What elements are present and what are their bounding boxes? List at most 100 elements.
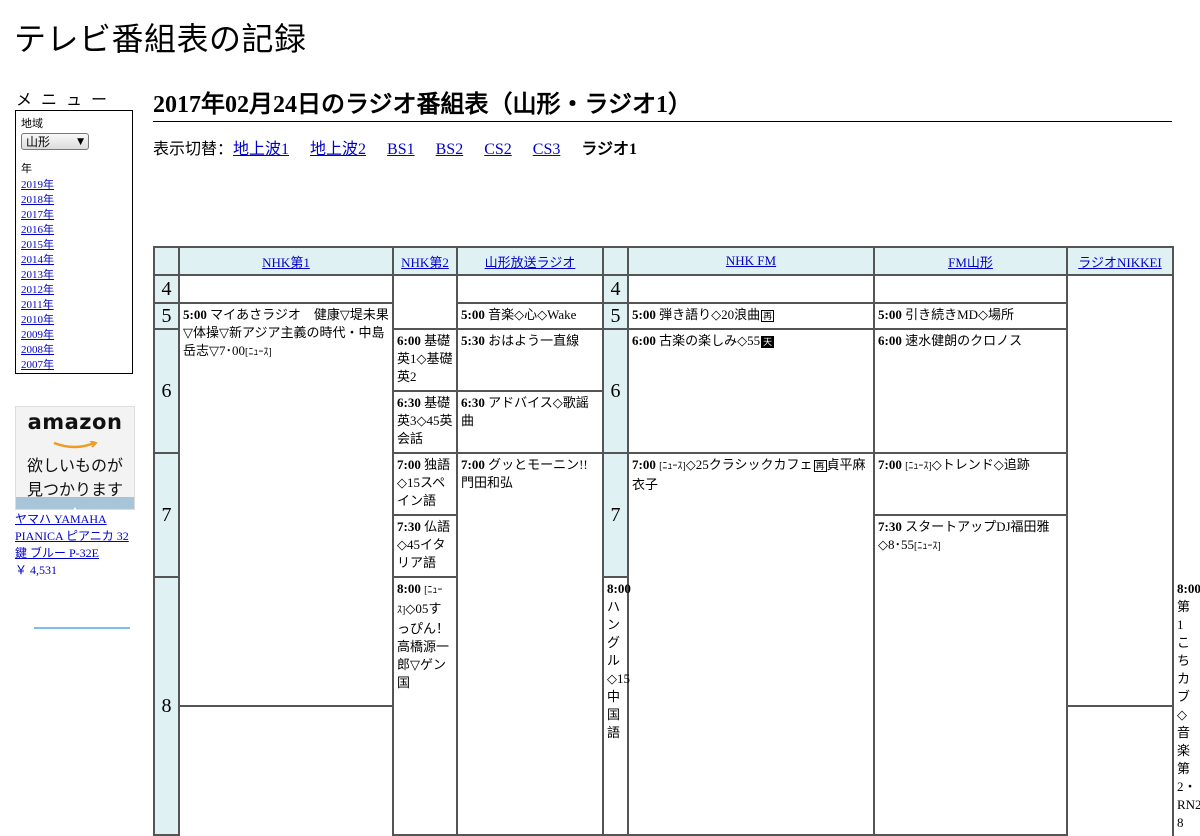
year-link-2015[interactable]: 2015年 <box>21 238 127 253</box>
switch-link-cs3[interactable]: CS3 <box>533 141 561 158</box>
amazon-logo: amazon <box>27 410 123 434</box>
region-select-value: 山形 <box>26 135 51 149</box>
program-title: マイあさラジオ 健康▽堤未果▽体操▽新アジア主義の時代・中島岳志▽7･00 <box>183 307 389 358</box>
switch-link-bs1[interactable]: BS1 <box>387 141 415 158</box>
program-cell[interactable]: 7:00 [ﾆｭｰｽ]◇25クラシックカフェ再貞平麻衣子 <box>627 452 875 836</box>
hour-cell: 8 <box>153 576 180 836</box>
program-title: 弾き語り◇20浪曲 <box>659 307 761 322</box>
program-time: 6:00 <box>878 333 902 348</box>
channel-link-ybc[interactable]: 山形放送ラジオ <box>485 255 576 270</box>
site-title: テレビ番組表の記録 <box>14 20 307 58</box>
switch-link-cs2[interactable]: CS2 <box>484 141 512 158</box>
program-cell[interactable]: 6:00 古楽の楽しみ◇55 天 <box>627 328 875 454</box>
stereo-badge: 天 <box>761 336 775 348</box>
program-cell[interactable]: 6:30 基礎英3◇45英会話 <box>392 390 458 454</box>
channel-link-fmyamagata[interactable]: FM山形 <box>948 255 993 270</box>
program-cell[interactable]: 5:00 音楽◇心◇Wake <box>456 302 604 330</box>
program-cell[interactable]: 7:30 スタートアップDJ福田雅◇8･55[ﾆｭｰｽ] <box>873 514 1068 836</box>
program-cell[interactable]: 7:00 [ﾆｭｰｽ]◇トレンド◇追跡 <box>873 452 1068 516</box>
program-time: 7:30 <box>397 519 421 534</box>
empty-slot <box>456 274 604 304</box>
ad-text-line1: 欲しいものが <box>26 456 123 475</box>
hour-cell: 7 <box>153 452 180 578</box>
program-note: [ﾆｭｰｽ] <box>245 347 272 358</box>
program-title: 音楽◇心◇Wake <box>488 307 577 322</box>
year-link-2013[interactable]: 2013年 <box>21 268 127 283</box>
year-link-2012[interactable]: 2012年 <box>21 283 127 298</box>
year-link-2014[interactable]: 2014年 <box>21 253 127 268</box>
switch-link-terrestrial1[interactable]: 地上波1 <box>233 141 289 158</box>
channel-header-fmyamagata: FM山形 <box>873 246 1068 276</box>
switcher-label: 表示切替： <box>153 141 234 158</box>
radio-schedule-table: NHK第1 NHK第2 山形放送ラジオ NHK FM FM山形 ラジオNIKKE… <box>153 246 1200 836</box>
program-note: [ﾆｭｰｽ] <box>905 461 932 472</box>
hour-cell: 4 <box>602 274 629 304</box>
channel-header-nhkfm: NHK FM <box>627 246 875 276</box>
chevron-down-icon: ▼ <box>77 136 84 147</box>
channel-header-nikkei: ラジオNIKKEI <box>1066 246 1174 276</box>
program-cell[interactable]: 5:30 おはよう一直線 <box>456 328 604 392</box>
program-title: ◇05すっぴん！高橋源一郎▽ゲン国 <box>397 601 450 690</box>
program-time: 7:00 <box>632 457 656 472</box>
ad-product-link[interactable]: ヤマハ YAMAHA PIANICA ピアニカ 32鍵 ブルー P-32E <box>15 512 129 560</box>
program-time: 6:00 <box>397 333 421 348</box>
channel-header-ybc: 山形放送ラジオ <box>456 246 604 276</box>
program-cell[interactable]: 6:00 速水健朗のクロノス <box>873 328 1068 454</box>
page-title: 2017年02月24日のラジオ番組表（山形・ラジオ1） <box>153 84 1172 122</box>
program-note: [ﾆｭｰｽ] <box>659 461 686 472</box>
region-select[interactable]: 山形 ▼ <box>21 133 89 150</box>
program-cell[interactable]: 6:00 基礎英1◇基礎英2 <box>392 328 458 392</box>
program-time: 8:00 <box>1177 581 1200 596</box>
program-cell[interactable]: 7:00 独語◇15スペイン語 <box>392 452 458 516</box>
empty-slot <box>1066 274 1174 707</box>
program-cell[interactable]: 6:30 アドバイス◇歌謡曲 <box>456 390 604 454</box>
hour-header-spacer <box>602 246 629 276</box>
ad-product-price: ￥ 4,531 <box>15 563 58 577</box>
rerun-badge: 再 <box>813 460 827 472</box>
year-link-2017[interactable]: 2017年 <box>21 208 127 223</box>
program-title: おはよう一直線 <box>488 333 580 348</box>
program-time: 6:30 <box>461 395 485 410</box>
program-cell[interactable]: 5:00 マイあさラジオ 健康▽堤未果▽体操▽新アジア主義の時代・中島岳志▽7･… <box>178 302 394 707</box>
channel-header-nhk2: NHK第2 <box>392 246 458 276</box>
switch-link-bs2[interactable]: BS2 <box>436 141 464 158</box>
hour-cell: 7 <box>602 452 629 578</box>
program-cell[interactable]: 8:00 [ﾆｭｰｽ]◇05すっぴん！高橋源一郎▽ゲン国 <box>392 576 458 836</box>
hour-cell: 6 <box>153 328 180 454</box>
hour-cell: 5 <box>153 302 180 330</box>
channel-link-nikkei[interactable]: ラジオNIKKEI <box>1078 255 1162 270</box>
year-list: 2019年 2018年 2017年 2016年 2015年 2014年 2013… <box>21 178 127 373</box>
year-link-2007[interactable]: 2007年 <box>21 358 127 373</box>
region-label: 地域 <box>21 118 43 130</box>
program-time: 5:00 <box>632 307 656 322</box>
program-time: 5:00 <box>183 307 207 322</box>
channel-link-nhk2[interactable]: NHK第2 <box>401 255 449 270</box>
year-link-2010[interactable]: 2010年 <box>21 313 127 328</box>
program-time: 6:00 <box>632 333 656 348</box>
program-note: [ﾆｭｰｽ] <box>914 541 941 552</box>
year-link-2018[interactable]: 2018年 <box>21 193 127 208</box>
year-link-2009[interactable]: 2009年 <box>21 328 127 343</box>
program-cell[interactable]: 8:00 ハングル◇15中国語 <box>602 576 631 836</box>
year-link-2019[interactable]: 2019年 <box>21 178 127 193</box>
year-link-2008[interactable]: 2008年 <box>21 343 127 358</box>
program-cell[interactable]: 7:30 仏語◇45イタリア語 <box>392 514 458 578</box>
switch-link-terrestrial2[interactable]: 地上波2 <box>310 141 366 158</box>
empty-slot <box>392 274 458 330</box>
empty-slot <box>873 274 1068 304</box>
channel-link-nhk1[interactable]: NHK第1 <box>262 255 310 270</box>
program-time: 8:00 <box>607 581 631 596</box>
program-title: ◇25クラシックカフェ <box>685 457 813 472</box>
program-cell[interactable]: 5:00 引き続きMD◇場所 <box>873 302 1068 330</box>
program-cell[interactable]: 7:00 グッとモーニン!! 門田和弘 <box>456 452 604 836</box>
program-time: 7:00 <box>397 457 421 472</box>
amazon-ad-banner[interactable]: amazon 欲しいものが 見つかります プライバシーについて ▲ <box>15 406 135 514</box>
program-title: 引き続きMD◇場所 <box>905 307 1015 322</box>
hour-cell: 4 <box>153 274 180 304</box>
program-time: 7:30 <box>878 519 902 534</box>
channel-link-nhkfm[interactable]: NHK FM <box>726 253 776 268</box>
hour-header-spacer <box>153 246 180 276</box>
year-link-2011[interactable]: 2011年 <box>21 298 127 313</box>
year-link-2016[interactable]: 2016年 <box>21 223 127 238</box>
program-cell[interactable]: 5:00 弾き語り◇20浪曲再 <box>627 302 875 330</box>
